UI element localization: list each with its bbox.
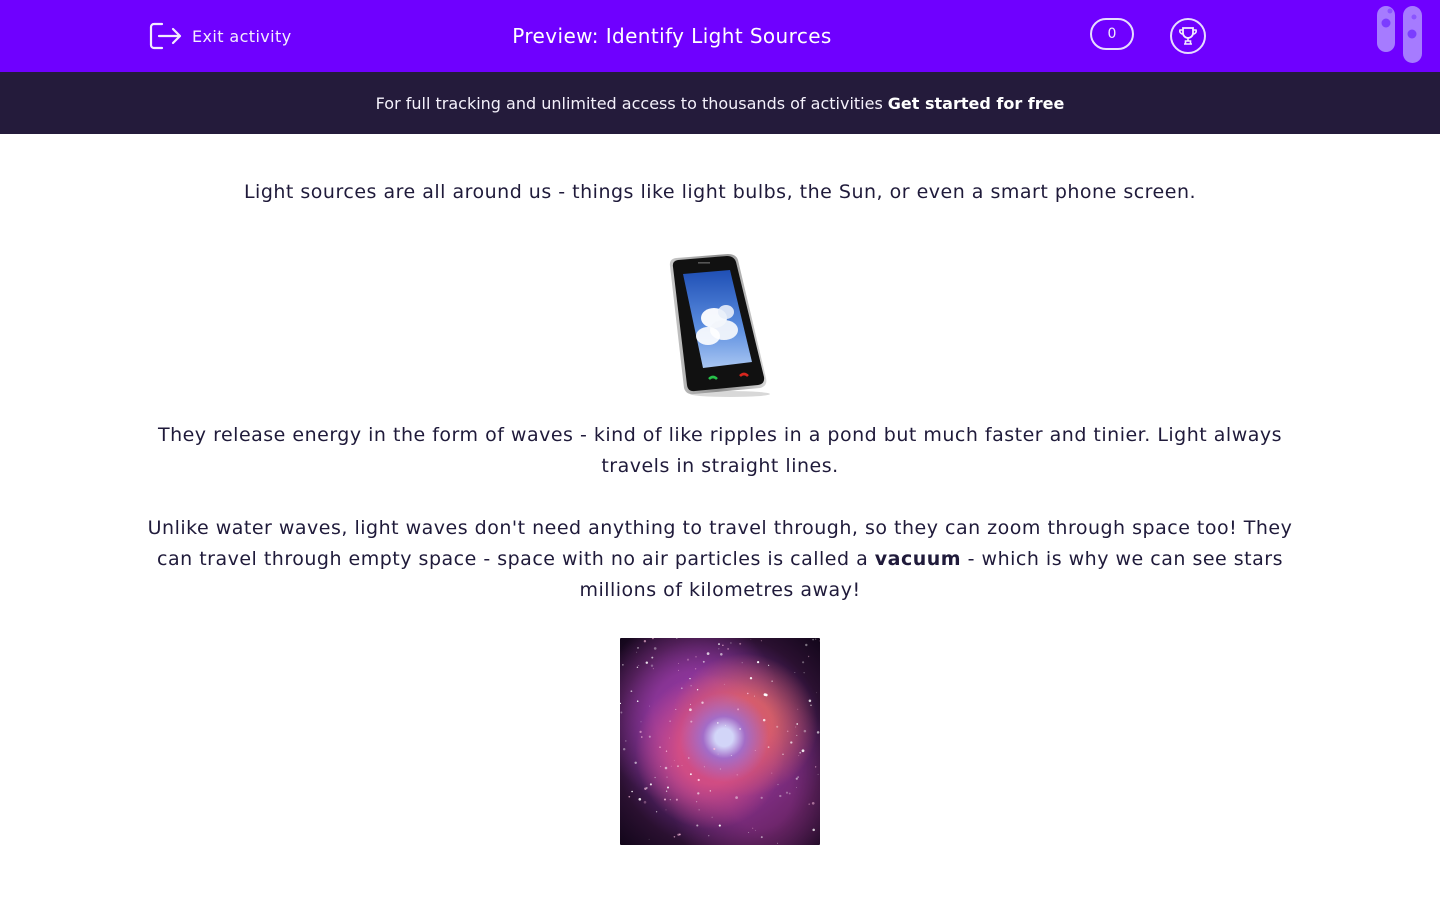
vacuum-term: vacuum [874, 548, 962, 570]
get-started-link[interactable]: Get started for free [888, 94, 1065, 113]
brand-logo [1377, 6, 1422, 63]
page-title: Preview: Identify Light Sources [512, 24, 832, 48]
nebula-image [619, 637, 821, 845]
phone-image-container [140, 208, 1300, 420]
lesson-content: Light sources are all around us - things… [140, 172, 1300, 845]
top-bar: Exit activity Preview: Identify Light So… [0, 0, 1440, 72]
signup-banner: For full tracking and unlimited access t… [0, 72, 1440, 134]
paragraph-light-sources: Light sources are all around us - things… [243, 181, 1197, 203]
score-badge: 0 [1090, 18, 1134, 50]
paragraph-vacuum: Unlike water waves, light waves don't ne… [140, 513, 1300, 606]
smartphone-image [669, 254, 770, 397]
trophy-button[interactable] [1170, 18, 1206, 54]
banner-text: For full tracking and unlimited access t… [375, 93, 883, 113]
trophy-icon [1179, 27, 1197, 45]
paragraph-waves: They release energy in the form of waves… [157, 424, 1283, 477]
